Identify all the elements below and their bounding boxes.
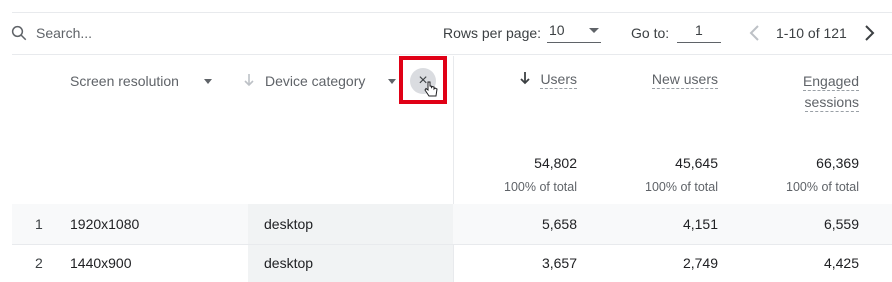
cell-users: 3,657	[541, 255, 577, 271]
total-users-percent: 100% of total	[504, 180, 577, 194]
goto-page-input[interactable]: 1	[677, 20, 721, 43]
dimension-header-device-category[interactable]: Device category	[265, 73, 365, 89]
total-engaged-sessions: 66,369	[816, 155, 859, 171]
total-engaged-sessions-percent: 100% of total	[786, 180, 859, 194]
dimension-header-screen-resolution[interactable]: Screen resolution	[70, 73, 179, 89]
metric-header-label: Engaged	[802, 73, 859, 91]
metric-header-label-line2: sessions	[804, 94, 859, 112]
metric-header-label: New users	[651, 71, 718, 89]
cell-device-category: desktop	[264, 255, 314, 271]
cell-device-category: desktop	[264, 216, 314, 232]
chevron-left-icon[interactable]	[748, 24, 762, 42]
toolbar-top-divider	[12, 12, 892, 13]
cell-engaged-sessions: 6,559	[823, 216, 859, 232]
sort-descending-icon[interactable]	[518, 70, 532, 86]
cell-new-users: 2,749	[682, 255, 718, 271]
sort-arrow-icon	[244, 74, 254, 87]
search-icon[interactable]	[10, 24, 28, 42]
row-index: 2	[35, 255, 43, 271]
hand-cursor-icon	[424, 81, 438, 97]
rows-per-page-select[interactable]: 10	[547, 20, 601, 43]
cell-users: 5,658	[541, 216, 577, 232]
rows-per-page-value: 10	[549, 22, 565, 38]
cell-screen-resolution: 1440x900	[70, 255, 132, 271]
dropdown-caret-icon[interactable]	[204, 79, 212, 84]
total-users: 54,802	[534, 155, 577, 171]
pagination-range: 1-10 of 121	[776, 25, 847, 41]
metric-header-engaged-sessions[interactable]: Engaged sessions	[802, 71, 859, 113]
chevron-down-icon	[589, 28, 599, 33]
header-divider	[12, 54, 892, 55]
cell-screen-resolution: 1920x1080	[70, 216, 140, 232]
search-input[interactable]	[36, 22, 266, 44]
goto-page-value: 1	[695, 22, 703, 38]
row-divider	[12, 244, 892, 245]
row-index: 1	[35, 216, 43, 232]
rows-per-page-label: Rows per page:	[443, 25, 542, 41]
metric-header-label: Users	[540, 71, 577, 89]
dimension-metric-divider	[453, 56, 454, 282]
total-new-users-percent: 100% of total	[645, 180, 718, 194]
dropdown-caret-icon[interactable]	[388, 79, 396, 84]
metric-header-users[interactable]: Users	[540, 71, 577, 89]
metric-header-new-users[interactable]: New users	[651, 71, 718, 89]
total-new-users: 45,645	[675, 155, 718, 171]
cell-new-users: 4,151	[682, 216, 718, 232]
cell-engaged-sessions: 4,425	[823, 255, 859, 271]
goto-label: Go to:	[631, 25, 670, 41]
chevron-right-icon[interactable]	[862, 24, 876, 42]
